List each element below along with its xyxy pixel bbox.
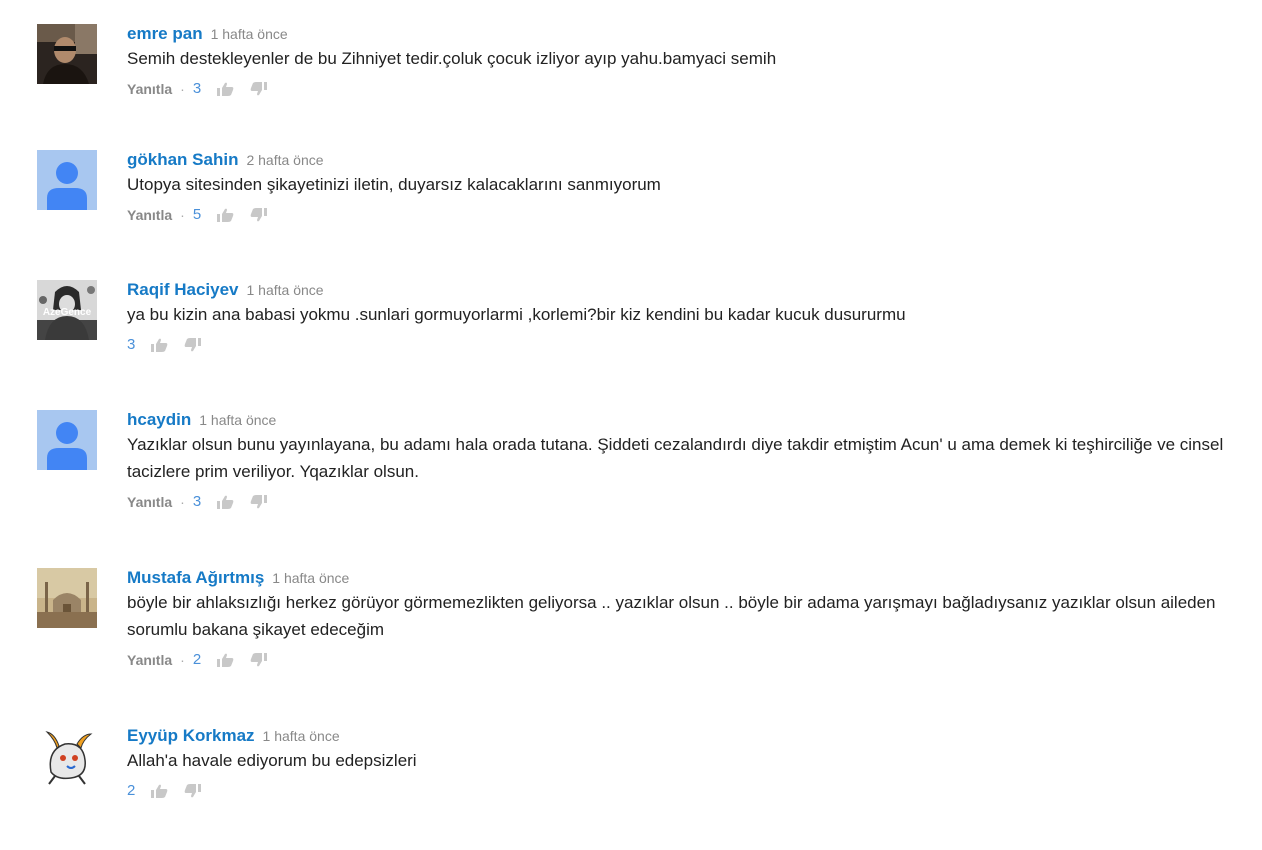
avatar[interactable] bbox=[37, 410, 97, 470]
separator-dot: · bbox=[180, 494, 185, 510]
thumbs-down-icon[interactable] bbox=[250, 653, 268, 667]
avatar-logo-text: AzeGence bbox=[43, 307, 92, 318]
comment-author[interactable]: Mustafa Ağırtmış bbox=[127, 568, 264, 587]
reply-button[interactable]: Yanıtla bbox=[127, 79, 172, 99]
thumbs-down-icon[interactable] bbox=[250, 495, 268, 509]
comment-time[interactable]: 2 hafta önce bbox=[246, 152, 323, 168]
thumbs-down-icon[interactable] bbox=[184, 338, 202, 352]
comment-text: böyle bir ahlaksızlığı herkez görüyor gö… bbox=[127, 593, 1216, 639]
comment-author[interactable]: hcaydin bbox=[127, 410, 191, 429]
thumbs-down-icon[interactable] bbox=[250, 208, 268, 222]
comment-text: Semih destekleyenler de bu Zihniyet tedi… bbox=[127, 49, 777, 68]
thumbs-up-icon[interactable] bbox=[217, 495, 234, 509]
comment-text: ya bu kizin ana babasi yokmu .sunlari go… bbox=[127, 305, 906, 324]
comment-actions: Yanıtla · 3 bbox=[127, 492, 1252, 512]
reply-button[interactable]: Yanıtla bbox=[127, 650, 172, 670]
avatar[interactable] bbox=[37, 726, 97, 786]
reply-button[interactable]: Yanıtla bbox=[127, 492, 172, 512]
thumbs-up-icon[interactable] bbox=[151, 784, 168, 798]
like-count: 3 bbox=[192, 493, 202, 510]
comment-text: Yazıklar olsun bunu yayınlayana, bu adam… bbox=[127, 435, 1224, 481]
comment-time[interactable]: 1 hafta önce bbox=[247, 282, 324, 298]
thumbs-down-icon[interactable] bbox=[184, 784, 202, 798]
separator-dot: · bbox=[180, 207, 185, 223]
avatar[interactable] bbox=[37, 150, 97, 210]
comment-actions: Yanıtla · 3 bbox=[127, 79, 1252, 99]
comment-actions: 3 bbox=[127, 335, 1252, 355]
comment-time[interactable]: 1 hafta önce bbox=[211, 26, 288, 42]
avatar[interactable] bbox=[37, 568, 97, 628]
comment-time[interactable]: 1 hafta önce bbox=[199, 412, 276, 428]
separator-dot: · bbox=[180, 652, 185, 668]
comment-actions: Yanıtla · 5 bbox=[127, 205, 1252, 225]
thumbs-up-icon[interactable] bbox=[151, 338, 168, 352]
comment-time[interactable]: 1 hafta önce bbox=[272, 570, 349, 586]
comment-author[interactable]: gökhan Sahin bbox=[127, 150, 238, 169]
like-count: 5 bbox=[192, 206, 202, 223]
like-count: 3 bbox=[192, 80, 202, 97]
like-count: 2 bbox=[192, 651, 202, 668]
comment-text: Utopya sitesinden şikayetinizi iletin, d… bbox=[127, 175, 661, 194]
comment-author[interactable]: emre pan bbox=[127, 24, 203, 43]
thumbs-down-icon[interactable] bbox=[250, 82, 268, 96]
avatar[interactable] bbox=[37, 24, 97, 84]
comment-actions: Yanıtla · 2 bbox=[127, 650, 1252, 670]
thumbs-up-icon[interactable] bbox=[217, 82, 234, 96]
thumbs-up-icon[interactable] bbox=[217, 653, 234, 667]
like-count: 3 bbox=[127, 336, 136, 353]
thumbs-up-icon[interactable] bbox=[217, 208, 234, 222]
like-count: 2 bbox=[127, 782, 136, 799]
separator-dot: · bbox=[180, 81, 185, 97]
comment-text: Allah'a havale ediyorum bu edepsizleri bbox=[127, 751, 417, 770]
comment-time[interactable]: 1 hafta önce bbox=[263, 728, 340, 744]
reply-button[interactable]: Yanıtla bbox=[127, 205, 172, 225]
comment-actions: 2 bbox=[127, 781, 1252, 801]
comment-author[interactable]: Raqif Haciyev bbox=[127, 280, 239, 299]
comment-author[interactable]: Eyyüp Korkmaz bbox=[127, 726, 255, 745]
avatar[interactable]: AzeGence bbox=[37, 280, 97, 340]
